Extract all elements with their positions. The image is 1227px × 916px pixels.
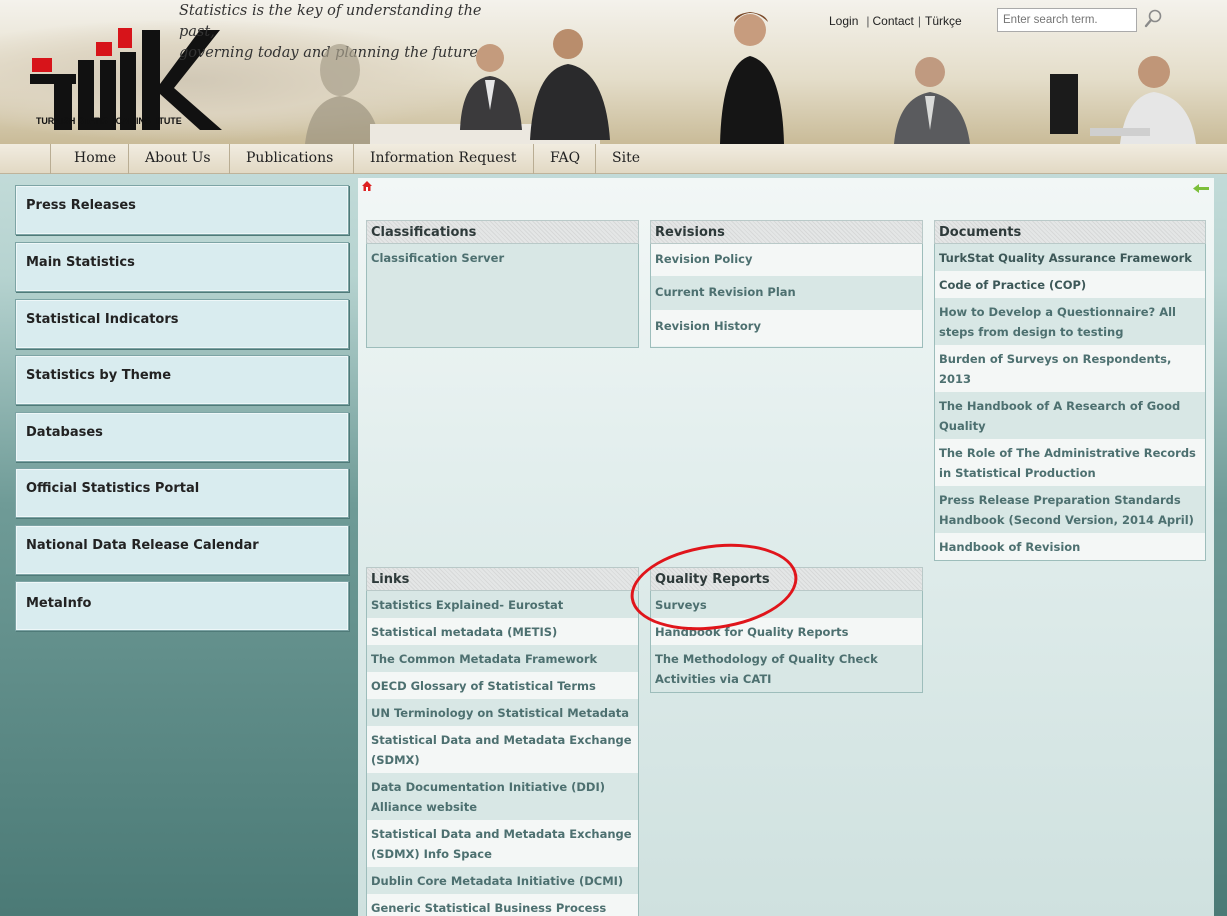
list-item[interactable]: Dublin Core Metadata Initiative (DCMI) bbox=[367, 867, 638, 894]
sidebar-item-statistics-by-theme[interactable]: Statistics by Theme bbox=[15, 355, 349, 405]
list-item[interactable]: Revision Policy bbox=[651, 244, 922, 276]
search-input[interactable] bbox=[997, 8, 1137, 32]
sidebar-item-databases[interactable]: Databases bbox=[15, 412, 349, 462]
list-item[interactable]: OECD Glossary of Statistical Terms bbox=[367, 672, 638, 699]
back-arrow-icon[interactable] bbox=[1193, 184, 1209, 193]
list-item[interactable]: Handbook of Revision bbox=[935, 533, 1205, 560]
sidebar-item-metainfo[interactable]: MetaInfo bbox=[15, 581, 349, 631]
nav-information-request[interactable]: Information Request bbox=[354, 144, 534, 174]
panel-documents: Documents TurkStat Quality Assurance Fra… bbox=[934, 220, 1206, 561]
nav-site-map[interactable]: Site Map bbox=[596, 144, 684, 195]
main-nav: Home About Us Publications Information R… bbox=[0, 144, 1227, 195]
panel-links: Links Statistics Explained- Eurostat Sta… bbox=[366, 567, 639, 916]
list-item[interactable]: The Handbook of A Research of Good Quali… bbox=[935, 392, 1205, 439]
list-item[interactable]: UN Terminology on Statistical Metadata bbox=[367, 699, 638, 726]
login-link[interactable]: Login bbox=[829, 14, 858, 28]
panel-title: Revisions bbox=[650, 220, 923, 244]
panel-quality-reports: Quality Reports Surveys Handbook for Qua… bbox=[650, 567, 923, 693]
list-item[interactable]: Data Documentation Initiative (DDI) Alli… bbox=[367, 773, 638, 820]
list-item[interactable]: The Role of The Administrative Records i… bbox=[935, 439, 1205, 486]
nav-faq[interactable]: FAQ bbox=[534, 144, 596, 174]
panel-body: Revision Policy Current Revision Plan Re… bbox=[650, 244, 923, 348]
panel-title: Documents bbox=[934, 220, 1206, 244]
list-item[interactable]: Statistical Data and Metadata Exchange (… bbox=[367, 820, 638, 867]
list-item[interactable]: The Methodology of Quality Check Activit… bbox=[651, 645, 922, 692]
sidebar-item-national-data-release-calendar[interactable]: National Data Release Calendar bbox=[15, 525, 349, 575]
list-item[interactable]: Classification Server bbox=[367, 244, 638, 271]
panel-body: Classification Server bbox=[366, 244, 639, 348]
nav-home[interactable]: Home bbox=[50, 144, 129, 174]
panel-revisions: Revisions Revision Policy Current Revisi… bbox=[650, 220, 923, 348]
list-item[interactable]: Burden of Surveys on Respondents, 2013 bbox=[935, 345, 1205, 392]
panel-body: Surveys Handbook for Quality Reports The… bbox=[650, 591, 923, 693]
language-link[interactable]: Türkçe bbox=[925, 14, 962, 28]
nav-publications[interactable]: Publications bbox=[230, 144, 354, 174]
panel-title: Classifications bbox=[366, 220, 639, 244]
sidebar-item-press-releases[interactable]: Press Releases bbox=[15, 185, 349, 235]
list-item[interactable]: Statistical metadata (METIS) bbox=[367, 618, 638, 645]
logo-subtitle: TURKISH STATISTICAL INSTITUTE bbox=[36, 116, 182, 126]
list-item[interactable]: Code of Practice (COP) bbox=[935, 271, 1205, 298]
panel-classifications: Classifications Classification Server bbox=[366, 220, 639, 348]
panel-title: Links bbox=[366, 567, 639, 591]
sidebar-item-official-statistics-portal[interactable]: Official Statistics Portal bbox=[15, 468, 349, 518]
top-links: Login | Contact | Türkçe bbox=[829, 14, 962, 28]
sidebar-item-statistical-indicators[interactable]: Statistical Indicators bbox=[15, 299, 349, 349]
contact-link[interactable]: Contact bbox=[873, 14, 914, 28]
list-item[interactable]: Generic Statistical Business Process bbox=[367, 894, 638, 916]
separator: | bbox=[866, 14, 870, 28]
list-item[interactable]: Handbook for Quality Reports bbox=[651, 618, 922, 645]
panel-title: Quality Reports bbox=[650, 567, 923, 591]
list-item[interactable]: Statistics Explained- Eurostat bbox=[367, 591, 638, 618]
list-item[interactable]: Press Release Preparation Standards Hand… bbox=[935, 486, 1205, 533]
panel-body: Statistics Explained- Eurostat Statistic… bbox=[366, 591, 639, 916]
list-item[interactable]: Current Revision Plan bbox=[651, 276, 922, 310]
home-icon[interactable] bbox=[362, 181, 372, 191]
site-header: TURKISH STATISTICAL INSTITUTE Statistics… bbox=[0, 0, 1227, 144]
sidebar-item-main-statistics[interactable]: Main Statistics bbox=[15, 242, 349, 292]
list-item[interactable]: Statistical Data and Metadata Exchange (… bbox=[367, 726, 638, 773]
list-item[interactable]: How to Develop a Questionnaire? All step… bbox=[935, 298, 1205, 345]
search-icon[interactable] bbox=[1142, 8, 1164, 30]
nav-about-us[interactable]: About Us bbox=[129, 144, 230, 174]
main-content: Classifications Classification Server Re… bbox=[358, 178, 1214, 916]
list-item[interactable]: The Common Metadata Framework bbox=[367, 645, 638, 672]
list-item[interactable]: Surveys bbox=[651, 591, 922, 618]
list-item[interactable]: Revision History bbox=[651, 310, 922, 346]
panel-body: TurkStat Quality Assurance Framework Cod… bbox=[934, 244, 1206, 561]
list-item[interactable]: TurkStat Quality Assurance Framework bbox=[935, 244, 1205, 271]
separator: | bbox=[917, 14, 921, 28]
